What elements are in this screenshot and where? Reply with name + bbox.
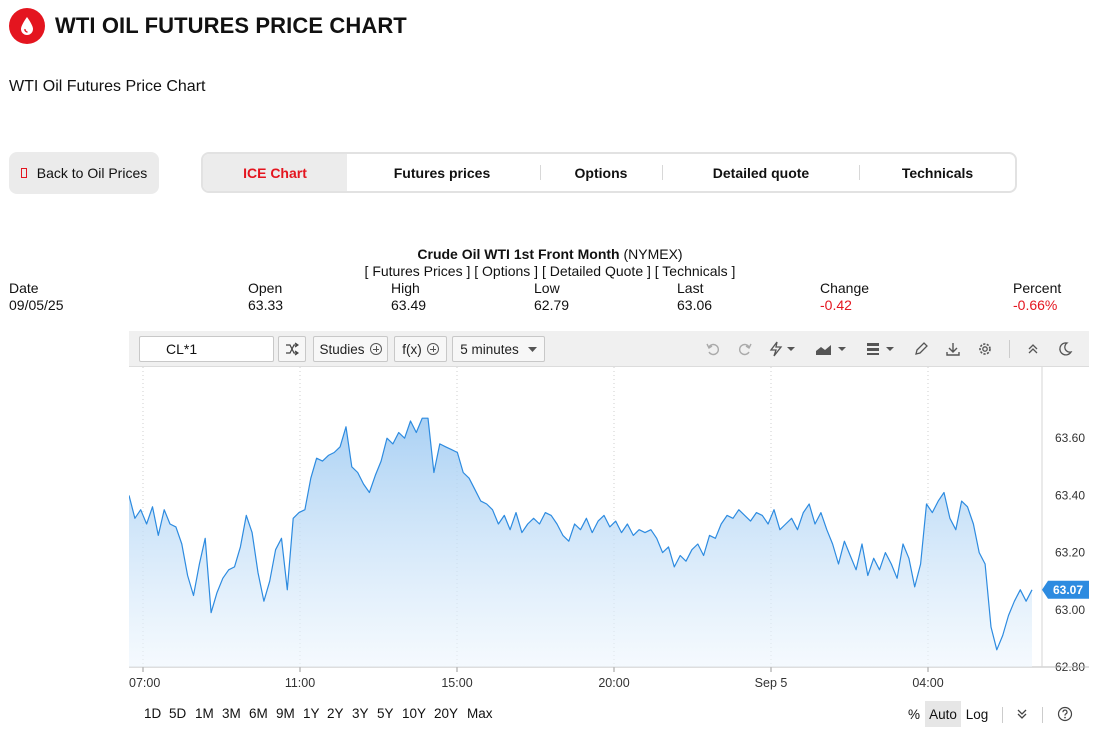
- bottom-divider: [1042, 707, 1043, 723]
- chart-widget: Studies f(x) 5 minutes: [129, 331, 1089, 733]
- exchange-name: (NYMEX): [623, 246, 683, 262]
- price-chart[interactable]: 07:00 11:00 15:00 20:00 Sep 5 04:00 63.60 63.40…: [129, 367, 1089, 697]
- quote-low: Low 62.79: [534, 280, 569, 314]
- x-tick-label: 11:00: [285, 676, 315, 690]
- y-tick-label: 63.20: [1055, 546, 1085, 560]
- range-max[interactable]: Max: [467, 706, 493, 721]
- studies-label: Studies: [319, 341, 365, 357]
- range-5y[interactable]: 5Y: [377, 706, 394, 721]
- tab-options[interactable]: Options: [541, 154, 661, 191]
- range-1y[interactable]: 1Y: [303, 706, 320, 721]
- x-tick-label: 04:00: [912, 676, 943, 690]
- gear-icon[interactable]: [975, 339, 995, 359]
- quote-title: Crude Oil WTI 1st Front Month (NYMEX): [0, 246, 1100, 262]
- quote-value: 63.49: [391, 297, 427, 313]
- symbol-input[interactable]: [139, 336, 274, 362]
- range-1m[interactable]: 1M: [195, 706, 214, 721]
- range-1d[interactable]: 1D: [144, 706, 161, 721]
- chart-type-icon[interactable]: [813, 339, 849, 359]
- price-area-fill: [129, 418, 1032, 667]
- percent-scale-button[interactable]: %: [903, 701, 925, 727]
- undo-icon[interactable]: [703, 339, 723, 359]
- range-2y[interactable]: 2Y: [327, 706, 344, 721]
- download-icon[interactable]: [943, 339, 963, 359]
- tab-ice-chart[interactable]: ICE Chart: [203, 154, 347, 191]
- x-tick-label: 20:00: [598, 676, 629, 690]
- last-price-label: 63.07: [1053, 583, 1083, 597]
- expand-chevron-icon[interactable]: [1011, 701, 1033, 727]
- y-tick-label: 63.40: [1055, 488, 1085, 502]
- quote-links[interactable]: [ Futures Prices ] [ Options ] [ Detaile…: [0, 263, 1100, 279]
- quote-label: Last: [677, 280, 704, 296]
- quote-value: -0.66%: [1013, 297, 1058, 313]
- quote-change: Change -0.42: [820, 280, 869, 314]
- y-tick-label: 63.00: [1055, 603, 1085, 617]
- chevron-down-icon: [527, 346, 537, 352]
- page-title: WTI OIL FUTURES PRICE CHART: [55, 13, 407, 38]
- moon-icon[interactable]: [1055, 339, 1075, 359]
- quote-value: -0.42: [820, 297, 852, 313]
- y-tick-label: 63.60: [1055, 431, 1085, 445]
- x-tick-label: Sep 5: [755, 676, 788, 690]
- oil-drop-logo-icon: [9, 8, 45, 44]
- plus-circle-icon: [426, 343, 439, 355]
- compare-shuffle-button[interactable]: [278, 336, 306, 362]
- quote-value: 63.06: [677, 297, 713, 313]
- quote-percent: Percent -0.66%: [1013, 280, 1061, 314]
- range-20y[interactable]: 20Y: [434, 706, 458, 721]
- quote-label: Low: [534, 280, 560, 296]
- collapse-icon[interactable]: [1023, 339, 1043, 359]
- range-3y[interactable]: 3Y: [352, 706, 369, 721]
- functions-label: f(x): [402, 341, 422, 357]
- tab-technicals[interactable]: Technicals: [860, 154, 1015, 191]
- pencil-icon[interactable]: [911, 339, 931, 359]
- quote-value: 09/05/25: [9, 297, 64, 313]
- plus-circle-icon: [369, 343, 382, 355]
- quote-last: Last 63.06: [677, 280, 712, 314]
- range-10y[interactable]: 10Y: [402, 706, 426, 721]
- range-5d[interactable]: 5D: [169, 706, 186, 721]
- quote-date: Date 09/05/25: [9, 280, 64, 314]
- quote-label: Date: [9, 280, 39, 296]
- quote-open: Open 63.33: [248, 280, 283, 314]
- bottom-divider: [1002, 707, 1003, 723]
- tab-detailed-quote[interactable]: Detailed quote: [663, 154, 859, 191]
- instrument-name: Crude Oil WTI 1st Front Month: [417, 246, 620, 262]
- help-icon[interactable]: [1054, 701, 1076, 727]
- studies-button[interactable]: Studies: [313, 336, 388, 362]
- last-price-marker: 63.07: [1042, 580, 1089, 599]
- toolbar-divider: [1009, 340, 1010, 358]
- interval-select[interactable]: 5 minutes: [452, 336, 545, 362]
- back-button-label: Back to Oil Prices: [36, 165, 148, 181]
- range-9m[interactable]: 9M: [276, 706, 295, 721]
- page-subtitle: WTI Oil Futures Price Chart: [9, 78, 206, 95]
- quote-label: Open: [248, 280, 283, 296]
- interval-label: 5 minutes: [460, 341, 519, 357]
- x-tick-label: 15:00: [441, 676, 472, 690]
- range-3m[interactable]: 3M: [222, 706, 241, 721]
- layout-icon[interactable]: [863, 339, 899, 359]
- bolt-icon[interactable]: [767, 339, 799, 359]
- redo-icon[interactable]: [735, 339, 755, 359]
- chart-bottom-bar: 1D 5D 1M 3M 6M 9M 1Y 2Y 3Y 5Y 10Y 20Y Ma…: [129, 697, 1089, 733]
- quote-high: High 63.49: [391, 280, 426, 314]
- shuffle-icon: [286, 342, 299, 356]
- x-tick-label: 07:00: [129, 676, 160, 690]
- quote-value: 63.33: [248, 297, 284, 313]
- tab-futures-prices[interactable]: Futures prices: [347, 154, 537, 191]
- page-header: WTI OIL FUTURES PRICE CHART: [9, 6, 407, 46]
- quote-label: Percent: [1013, 280, 1062, 296]
- log-scale-button[interactable]: Log: [961, 701, 993, 727]
- chart-toolbar: Studies f(x) 5 minutes: [129, 331, 1089, 367]
- quote-label: High: [391, 280, 420, 296]
- functions-button[interactable]: f(x): [394, 336, 447, 362]
- auto-scale-button[interactable]: Auto: [925, 701, 961, 727]
- quote-value: 62.79: [534, 297, 570, 313]
- back-to-oil-prices-button[interactable]: Back to Oil Prices: [9, 152, 159, 194]
- back-arrow-icon: [20, 168, 27, 178]
- chart-tabs: ICE Chart Futures prices Options Detaile…: [201, 152, 1017, 193]
- quote-label: Change: [820, 280, 870, 296]
- range-6m[interactable]: 6M: [249, 706, 268, 721]
